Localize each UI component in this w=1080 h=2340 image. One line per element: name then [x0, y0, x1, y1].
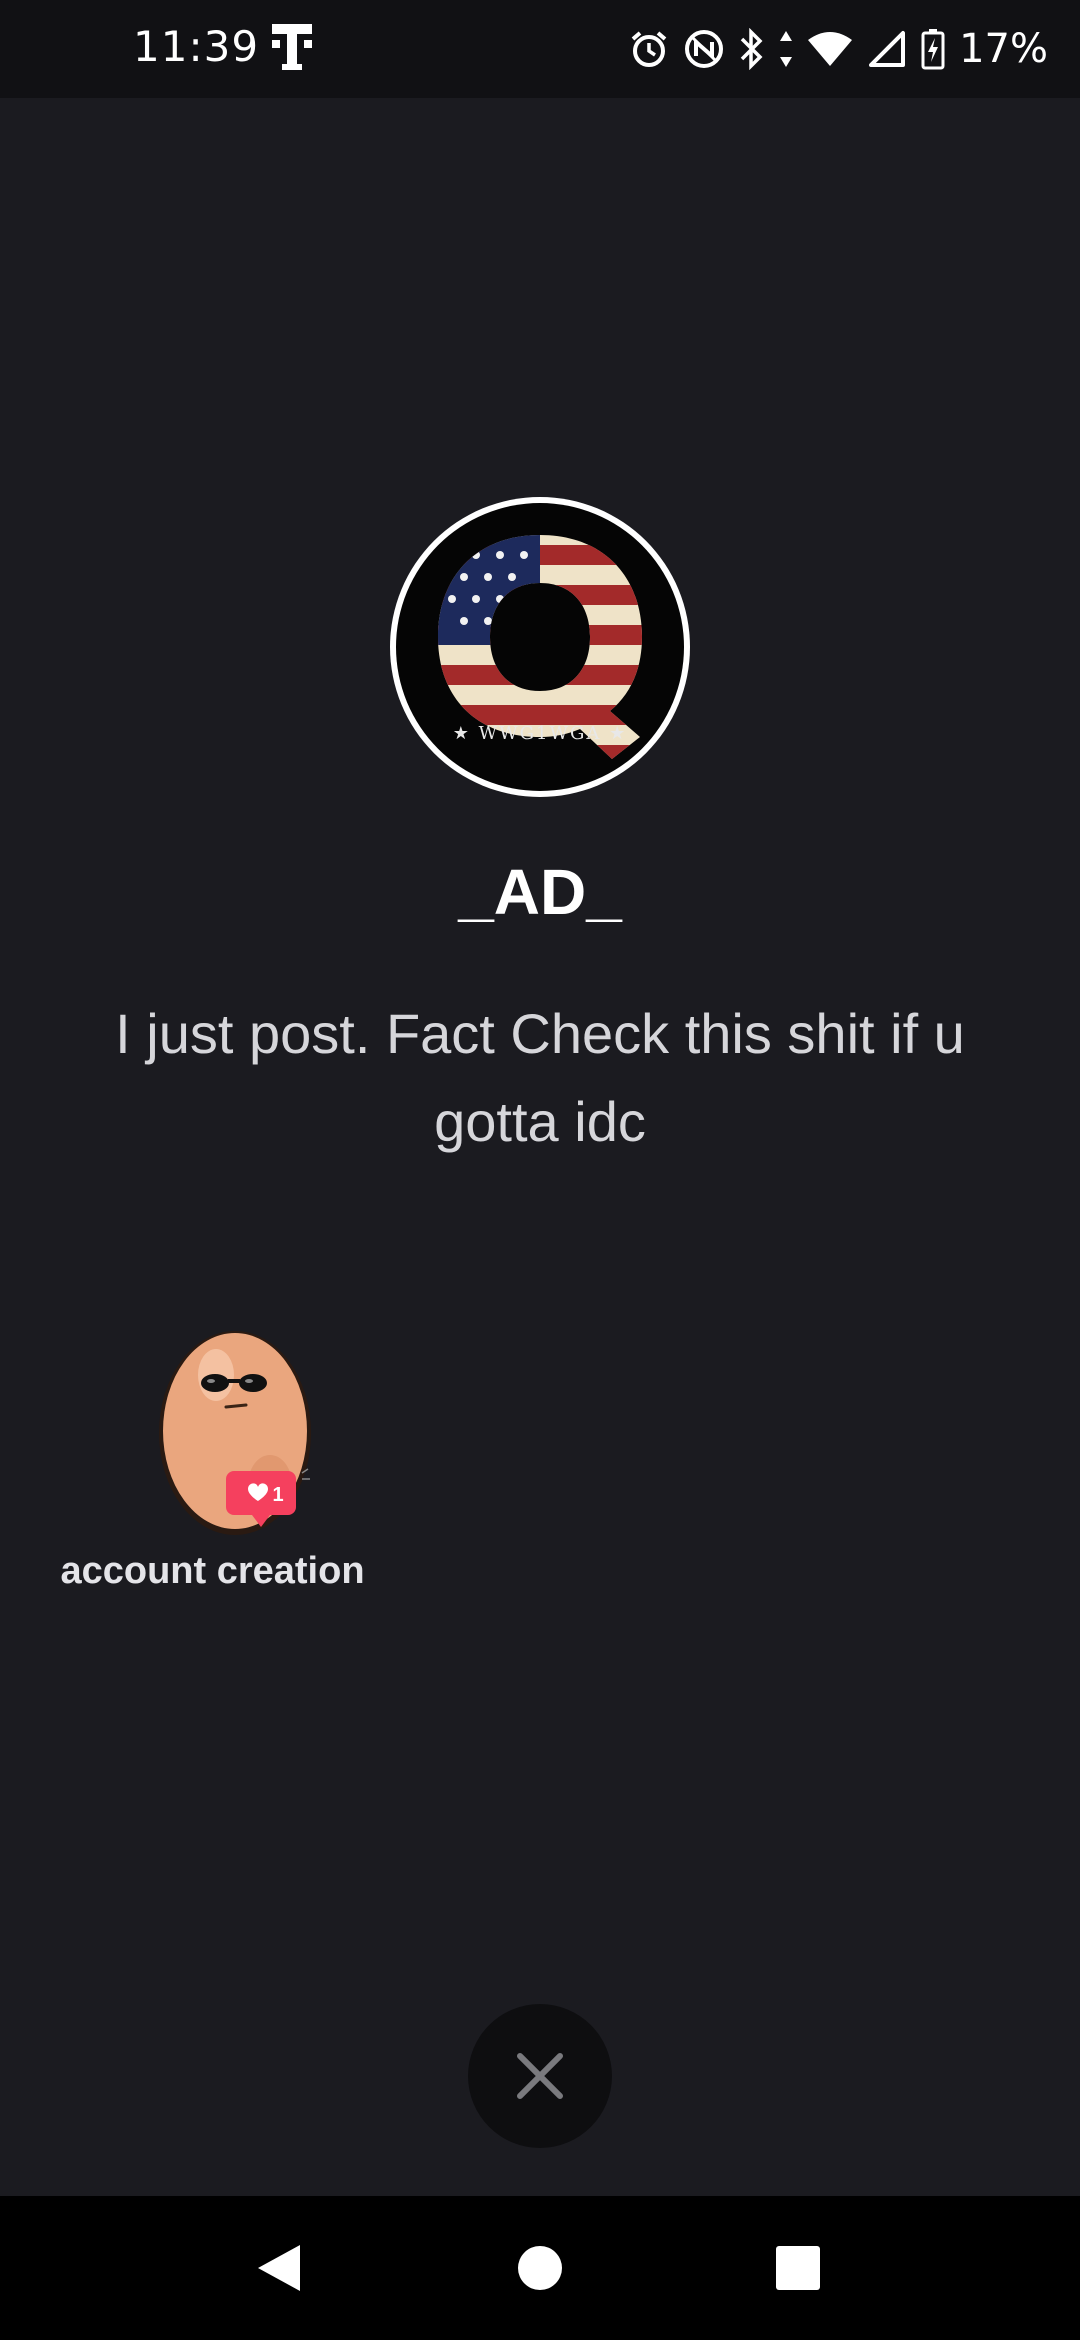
status-time: 11:39 — [133, 22, 260, 71]
status-bar: 11:39 17% — [0, 0, 1080, 98]
egg-sunglasses-icon: 1 — [130, 1315, 360, 1545]
bio-text: I just post. Fact Check this shit if u g… — [115, 1002, 965, 1153]
status-icons: 17% — [629, 22, 1048, 76]
battery-charging-icon — [921, 28, 945, 70]
data-arrows-icon — [779, 29, 793, 69]
svg-text:★ WWG1WGA ★: ★ WWG1WGA ★ — [453, 723, 627, 744]
account-creation-badge[interactable]: 1 account creation — [40, 1315, 385, 1605]
like-notification-icon: 1 — [226, 1468, 310, 1527]
svg-text:1: 1 — [272, 1484, 283, 1506]
home-icon — [518, 2246, 562, 2290]
cell-signal-icon — [867, 29, 907, 69]
carrier-t-icon — [270, 20, 314, 74]
close-icon — [517, 2053, 563, 2099]
home-button[interactable] — [498, 2226, 582, 2310]
nfc-icon — [683, 28, 725, 70]
recents-icon — [776, 2246, 820, 2290]
wifi-icon — [807, 30, 853, 68]
battery-percentage: 17% — [959, 26, 1048, 72]
back-icon — [258, 2245, 300, 2291]
navigation-bar — [0, 2196, 1080, 2340]
badge-label: account creation — [60, 1550, 365, 1592]
back-button[interactable] — [237, 2226, 321, 2310]
username: _AD_ — [458, 856, 622, 928]
close-button[interactable] — [468, 2004, 612, 2148]
recents-button[interactable] — [756, 2226, 840, 2310]
alarm-icon — [629, 29, 669, 69]
bluetooth-icon — [739, 28, 765, 70]
avatar[interactable]: ★ WWG1WGA ★ — [390, 497, 690, 797]
